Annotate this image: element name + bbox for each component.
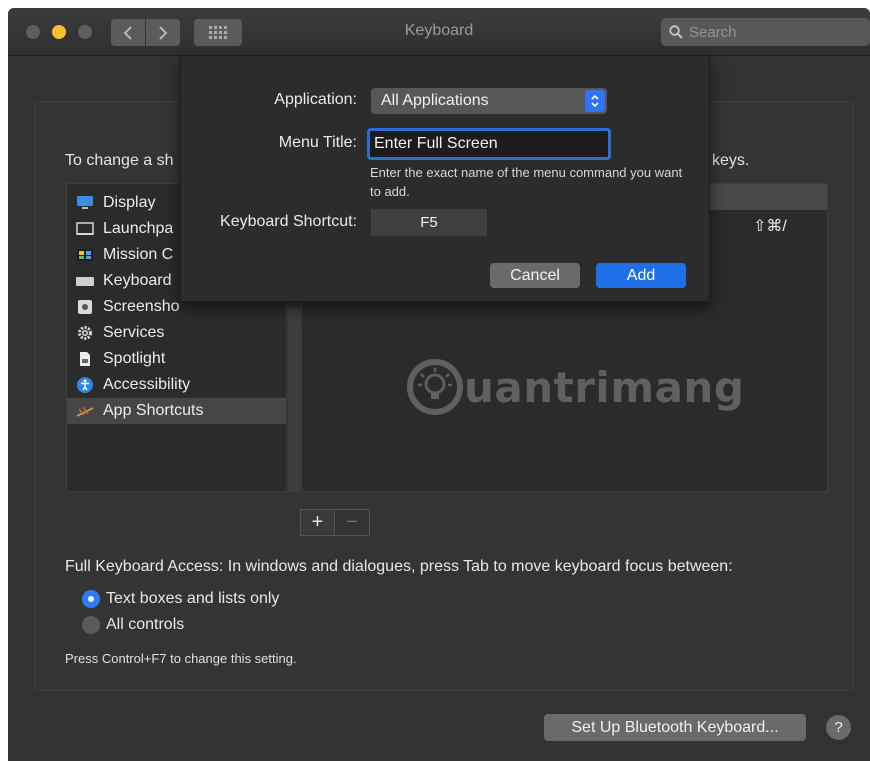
category-label: Mission C: [103, 246, 174, 263]
watermark-text: uantrimang: [464, 362, 745, 412]
title-bar: Keyboard: [8, 8, 870, 56]
category-label: Services: [103, 324, 165, 341]
application-select[interactable]: All Applications: [371, 88, 607, 114]
category-label: Spotlight: [103, 350, 166, 367]
accessibility-icon: [76, 377, 94, 393]
display-icon: [76, 195, 94, 211]
shortcut-keys-label: ⇧⌘/: [753, 218, 787, 235]
keyboard-preferences-window: Keyboard To change a sh keys. Display La…: [8, 8, 870, 761]
category-label: App Shortcuts: [103, 402, 204, 419]
lightbulb-logo-icon: [407, 359, 463, 415]
watermark: uantrimang: [406, 358, 744, 416]
remove-shortcut-button[interactable]: −: [335, 510, 369, 535]
gear-icon: [76, 325, 94, 341]
category-label: Screensho: [103, 298, 180, 315]
category-label: Accessibility: [103, 376, 191, 393]
search-field[interactable]: [661, 18, 870, 46]
add-remove-control: + −: [300, 509, 370, 536]
setup-bluetooth-keyboard-button[interactable]: Set Up Bluetooth Keyboard...: [544, 714, 806, 741]
category-label: Display: [103, 194, 156, 211]
radio-text-boxes-lists[interactable]: Text boxes and lists only: [82, 590, 279, 608]
radio-all-controls[interactable]: All controls: [82, 616, 184, 634]
spotlight-icon: [76, 351, 94, 367]
full-keyboard-access-label: Full Keyboard Access: In windows and dia…: [65, 558, 733, 575]
category-label: Keyboard: [103, 272, 172, 289]
radio-label: Text boxes and lists only: [106, 590, 280, 607]
search-input[interactable]: [689, 23, 849, 41]
help-button[interactable]: ?: [826, 715, 851, 740]
radio-button-selected[interactable]: [82, 590, 100, 608]
search-icon: [669, 25, 683, 39]
cancel-button[interactable]: Cancel: [490, 263, 580, 288]
app-shortcuts-icon: [76, 403, 94, 419]
menu-title-help-text: Enter the exact name of the menu command…: [370, 165, 683, 199]
screenshot-icon: [76, 299, 94, 315]
instructions-text: To change a sh: [65, 152, 174, 169]
category-item-services[interactable]: Services: [67, 320, 286, 346]
keyboard-icon: [76, 273, 94, 289]
category-item-app-shortcuts[interactable]: App Shortcuts: [67, 398, 286, 424]
launchpad-icon: [76, 221, 94, 237]
application-label: Application:: [274, 91, 357, 108]
add-shortcut-button[interactable]: +: [301, 510, 335, 535]
hint-text: Press Control+F7 to change this setting.: [65, 651, 297, 666]
radio-button[interactable]: [82, 616, 100, 634]
mission-control-icon: [76, 247, 94, 263]
instructions-text-tail: keys.: [712, 152, 750, 169]
keyboard-shortcut-field[interactable]: F5: [371, 209, 487, 236]
category-item-spotlight[interactable]: Spotlight: [67, 346, 286, 372]
add-button[interactable]: Add: [596, 263, 686, 288]
split-view-divider[interactable]: [288, 308, 300, 492]
radio-label: All controls: [106, 616, 185, 633]
menu-title-input[interactable]: [367, 128, 611, 160]
category-label: Launchpa: [103, 220, 174, 237]
add-shortcut-sheet: Application: All Applications Menu Title…: [180, 56, 710, 302]
menu-title-label: Menu Title:: [278, 134, 357, 151]
category-item-accessibility[interactable]: Accessibility: [67, 372, 286, 398]
keyboard-shortcut-label: Keyboard Shortcut:: [220, 213, 357, 230]
select-chevron-icon: [585, 90, 605, 112]
application-select-value: All Applications: [381, 92, 489, 109]
